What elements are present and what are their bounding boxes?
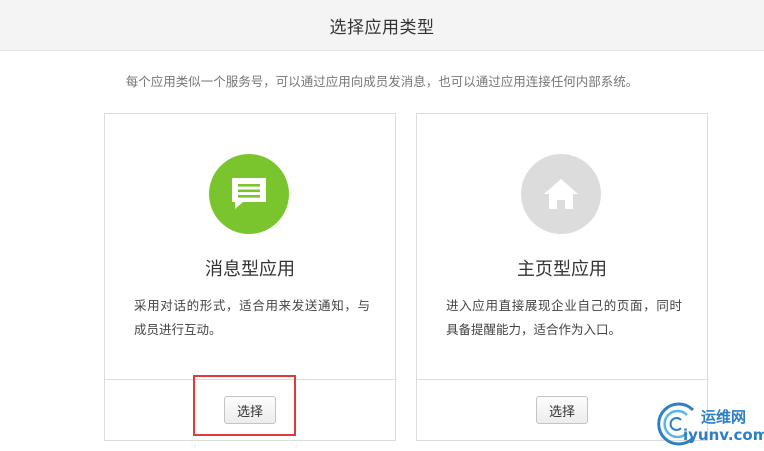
homepage-app-description: 进入应用直接展现企业自己的页面，同时具备提醒能力，适合作为入口。 bbox=[446, 298, 682, 337]
watermark: 运维网 iyunv.com bbox=[653, 400, 764, 448]
select-button-highlight-box bbox=[193, 375, 296, 436]
home-icon bbox=[544, 179, 578, 209]
page-description: 每个应用类似一个服务号，可以通过应用向成员发消息，也可以通过应用连接任何内部系统… bbox=[125, 74, 639, 89]
message-app-description: 采用对话的形式，适合用来发送通知，与成员进行互动。 bbox=[134, 298, 370, 337]
watermark-en-text: iyunv.com bbox=[683, 426, 764, 444]
message-app-icon-circle bbox=[209, 154, 289, 234]
select-homepage-app-button[interactable]: 选择 bbox=[536, 396, 588, 424]
chat-message-icon bbox=[232, 178, 266, 209]
select-app-type-page: 选择应用类型 每个应用类似一个服务号，可以通过应用向成员发消息，也可以通过应用连… bbox=[0, 0, 764, 451]
homepage-app-title: 主页型应用 bbox=[517, 259, 607, 280]
watermark-cn-text: 运维网 bbox=[701, 408, 747, 426]
page-header: 选择应用类型 bbox=[0, 0, 764, 51]
message-app-title: 消息型应用 bbox=[205, 259, 295, 280]
homepage-app-icon-circle bbox=[521, 154, 601, 234]
page-title: 选择应用类型 bbox=[329, 17, 435, 38]
homepage-app-card: 主页型应用 进入应用直接展现企业自己的页面，同时具备提醒能力，适合作为入口。 选… bbox=[416, 113, 708, 441]
